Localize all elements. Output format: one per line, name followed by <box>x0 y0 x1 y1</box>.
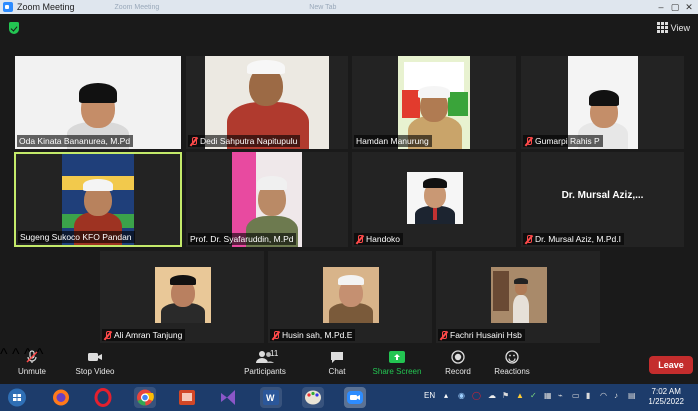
audio-options-chevron-icon[interactable]: ^ <box>0 346 8 363</box>
warning-tray-icon[interactable]: ▲ <box>516 391 524 400</box>
mic-muted-icon <box>525 136 533 146</box>
video-tile[interactable]: Prof. Dr. Syafaruddin, M.Pd <box>186 152 348 247</box>
window-title: Zoom Meeting <box>17 2 75 12</box>
opera-taskbar-icon[interactable] <box>92 387 114 408</box>
mic-muted-icon <box>356 234 364 244</box>
visual-studio-taskbar-icon[interactable] <box>218 387 240 408</box>
participant-display-name: Dr. Mursal Aziz,... <box>561 190 644 201</box>
video-tile[interactable]: Handoko <box>352 152 516 247</box>
mic-muted-icon <box>272 330 280 340</box>
zoom-logo-icon <box>3 2 13 12</box>
participant-name-label: Prof. Dr. Syafaruddin, M.Pd <box>188 233 297 245</box>
chat-button[interactable]: Chat <box>320 350 354 376</box>
reactions-button[interactable]: Reactions <box>492 350 532 376</box>
participant-name-label: Oda Kinata Bananurea, M.Pd <box>17 135 134 147</box>
unmute-button[interactable]: Unmute <box>12 350 52 376</box>
participants-icon: 11 <box>250 349 280 364</box>
chrome-taskbar-icon[interactable] <box>134 387 156 408</box>
input-language-indicator[interactable]: EN <box>424 391 435 400</box>
wifi-tray-icon[interactable]: ◠ <box>600 391 607 400</box>
participant-name-label: Husin sah, M.Pd.E <box>270 329 356 341</box>
participant-name-label: Ali Amran Tanjung <box>102 329 186 341</box>
video-tile[interactable]: Dedi Sahputra Napitupulu <box>186 56 348 149</box>
video-tile[interactable]: Oda Kinata Bananurea, M.Pd <box>15 56 181 149</box>
windows-taskbar: W EN ▴ ◉ ◯ ☁ ⚑ ▲ ✓ ▦ ⌁ ▭ ▮ ◠ ♪ ▤ 7:02 AM… <box>0 384 698 411</box>
close-icon[interactable]: ✕ <box>682 0 696 14</box>
meeting-toolbar: Unmute ^ Stop Video ^ 11 Participants ^ … <box>0 346 698 384</box>
participant-name-label: Dr. Mursal Aziz, M.Pd.I <box>523 233 624 245</box>
share-screen-icon <box>389 350 405 364</box>
participant-name-label: Handoko <box>354 233 404 245</box>
usb-tray-icon[interactable]: ⌁ <box>558 391 563 400</box>
mic-muted-icon <box>190 136 198 146</box>
presentation-app-taskbar-icon[interactable] <box>176 387 198 408</box>
battery-tray-icon[interactable]: ▮ <box>586 391 590 400</box>
taskbar-clock[interactable]: 7:02 AM 1/25/2022 <box>648 387 684 407</box>
skype-tray-icon[interactable]: ◉ <box>458 391 465 400</box>
participant-name-label: Dedi Sahputra Napitupulu <box>188 135 301 147</box>
participant-video <box>323 267 379 323</box>
view-button[interactable]: View <box>656 22 690 33</box>
encryption-shield-icon[interactable] <box>9 22 19 34</box>
participant-name-label: Sugeng Sukoco KFO Pandan <box>18 231 135 243</box>
action-center-tray-icon[interactable]: ▤ <box>628 391 636 400</box>
video-tile[interactable]: Ali Amran Tanjung <box>100 251 264 343</box>
participant-name-label: Gumarpi Rahis P <box>523 135 603 147</box>
onedrive-tray-icon[interactable]: ☁ <box>488 391 496 400</box>
leave-button[interactable]: Leave <box>649 356 693 374</box>
opera-tray-icon[interactable]: ◯ <box>472 391 481 400</box>
mic-muted-icon <box>25 350 39 364</box>
show-hidden-icons-chevron-icon[interactable]: ▴ <box>444 391 448 400</box>
video-tile-camera-off[interactable]: Dr. Mursal Aziz,... Dr. Mursal Aziz, M.P… <box>521 152 684 247</box>
participant-video <box>491 267 547 323</box>
video-tile[interactable]: Gumarpi Rahis P <box>521 56 684 149</box>
mic-muted-icon <box>440 330 448 340</box>
mic-muted-icon <box>104 330 112 340</box>
record-icon <box>451 350 465 364</box>
firefox-taskbar-icon[interactable] <box>50 387 72 408</box>
meeting-topbar: View <box>0 14 698 42</box>
participants-count: 11 <box>270 349 279 358</box>
video-tile-active-speaker[interactable]: Sugeng Sukoco KFO Pandan <box>14 152 182 247</box>
video-tile[interactable]: Husin sah, M.Pd.E <box>268 251 432 343</box>
zoom-taskbar-icon[interactable] <box>344 387 366 408</box>
background-tab-title-2: New Tab <box>309 3 337 11</box>
network-tray-icon[interactable]: ▦ <box>544 391 552 400</box>
window-titlebar: Zoom Meeting Zoom Meeting New Tab – ▢ ✕ <box>0 0 698 14</box>
start-button[interactable] <box>4 387 30 408</box>
reactions-smiley-icon <box>505 350 519 364</box>
grid-view-icon <box>656 22 668 33</box>
record-button[interactable]: Record <box>442 350 474 376</box>
participants-button[interactable]: 11 Participants <box>238 349 292 376</box>
clock-date: 1/25/2022 <box>648 397 684 406</box>
participant-name-label: Hamdan Manurung <box>354 135 432 147</box>
mic-muted-icon <box>525 234 533 244</box>
background-tab-title: Zoom Meeting <box>114 3 160 11</box>
view-label: View <box>670 22 690 33</box>
word-taskbar-icon[interactable]: W <box>260 387 282 408</box>
participant-video <box>155 267 211 323</box>
chat-icon <box>330 350 344 364</box>
participant-name-label: Fachri Husaini Hsb <box>438 329 525 341</box>
clock-time: 7:02 AM <box>651 387 681 396</box>
minimize-icon[interactable]: – <box>654 0 668 14</box>
paint-taskbar-icon[interactable] <box>302 387 324 408</box>
participant-video <box>407 172 463 224</box>
video-tile[interactable]: Fachri Husaini Hsb <box>436 251 600 343</box>
svg-text:W: W <box>266 393 275 403</box>
video-camera-icon <box>87 350 103 364</box>
flag-tray-icon[interactable]: ⚑ <box>502 391 509 400</box>
volume-tray-icon[interactable]: ♪ <box>614 391 618 400</box>
stop-video-button[interactable]: Stop Video <box>72 350 118 376</box>
zoom-window: Zoom Meeting Zoom Meeting New Tab – ▢ ✕ … <box>0 0 698 411</box>
maximize-icon[interactable]: ▢ <box>668 0 682 14</box>
display-tray-icon[interactable]: ▭ <box>572 391 580 400</box>
share-screen-button[interactable]: Share Screen <box>370 350 424 376</box>
security-tray-icon[interactable]: ✓ <box>530 391 537 400</box>
video-tile[interactable]: Hamdan Manurung <box>352 56 516 149</box>
